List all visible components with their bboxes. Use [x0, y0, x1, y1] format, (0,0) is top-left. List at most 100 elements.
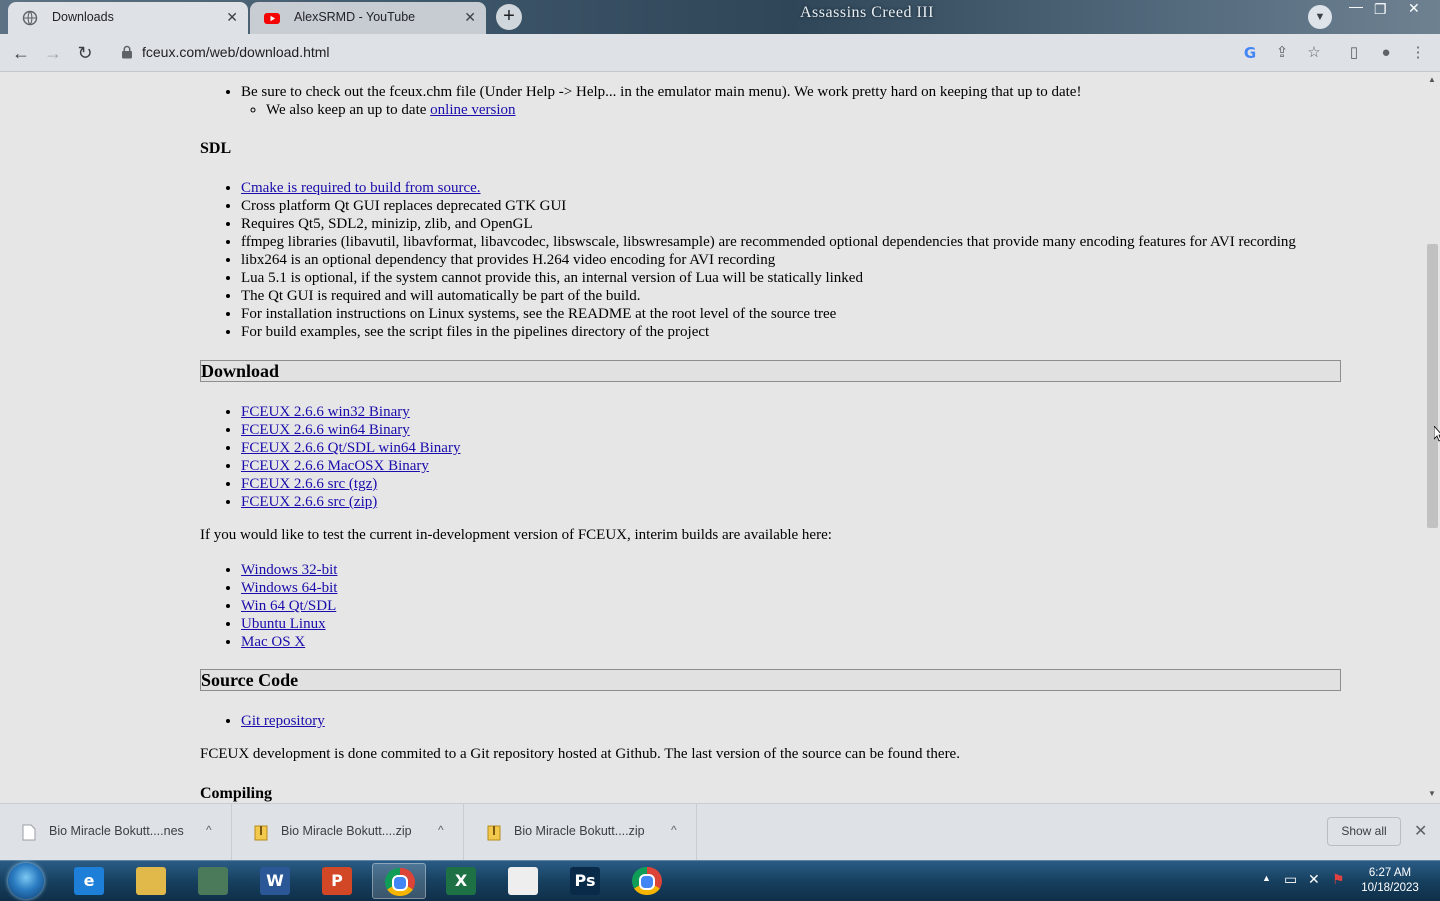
chrome-2-icon — [632, 867, 662, 895]
tab-title: AlexSRMD - YouTube — [294, 10, 416, 24]
interim-builds-text: If you would like to test the current in… — [200, 527, 832, 543]
download-link-src-tgz[interactable]: FCEUX 2.6.6 src (tgz) — [241, 476, 377, 492]
chrome-icon — [385, 868, 415, 896]
start-button[interactable] — [8, 863, 44, 899]
back-arrow-icon[interactable]: ← — [8, 40, 34, 66]
download-item[interactable]: Bio Miracle Bokutt....zip ^ — [465, 804, 697, 861]
clock-date: 10/18/2023 — [1361, 882, 1419, 894]
close-tab-icon[interactable]: ✕ — [226, 2, 238, 32]
help-section: Be sure to check out the fceux.chm file … — [200, 83, 1081, 119]
tab-search-chevron-icon[interactable]: ▼ — [1308, 5, 1332, 29]
clock-time: 6:27 AM — [1368, 867, 1412, 879]
downloads-shelf: Bio Miracle Bokutt....nes ^ Bio Miracle … — [0, 803, 1440, 861]
taskbar-file-explorer-button[interactable] — [124, 863, 178, 899]
menu-kebab-icon[interactable]: ⋮ — [1408, 43, 1428, 63]
list-item: FCEUX 2.6.6 Qt/SDL win64 Binary — [241, 439, 460, 457]
interim-link-macosx[interactable]: Mac OS X — [241, 634, 305, 650]
list-item: Lua 5.1 is optional, if the system canno… — [241, 269, 1296, 287]
scrollbar-thumb[interactable] — [1427, 244, 1438, 528]
interim-link-win64[interactable]: Windows 64-bit — [241, 580, 337, 596]
lock-icon — [122, 45, 132, 59]
cmake-link[interactable]: Cmake is required to build from source. — [241, 180, 481, 196]
taskbar-word-button[interactable]: W — [248, 863, 302, 899]
download-list: FCEUX 2.6.6 win32 Binary FCEUX 2.6.6 win… — [200, 403, 460, 511]
tab-youtube[interactable]: AlexSRMD - YouTube ✕ — [250, 2, 486, 34]
close-tab-icon[interactable]: ✕ — [464, 2, 476, 32]
tray-expand-icon[interactable]: ▲ — [1262, 873, 1271, 883]
taskbar-chrome-button[interactable] — [372, 863, 426, 899]
compiling-heading: Compiling — [200, 785, 273, 802]
restore-icon[interactable]: ❐ — [1374, 1, 1387, 18]
download-filename: Bio Miracle Bokutt....zip — [514, 824, 645, 838]
list-item: Windows 32-bit — [241, 561, 337, 579]
share-icon[interactable]: ⇪ — [1272, 43, 1292, 63]
download-filename: Bio Miracle Bokutt....nes — [49, 824, 184, 838]
online-version-link[interactable]: online version — [430, 102, 515, 118]
action-center-flag-icon[interactable]: ⚑ — [1332, 871, 1345, 888]
scroll-up-arrow-icon[interactable]: ▲ — [1428, 75, 1436, 84]
chevron-up-icon[interactable]: ^ — [671, 823, 677, 837]
taskbar-excel-button[interactable]: X — [434, 863, 488, 899]
taskbar-powerpoint-button[interactable]: P — [310, 863, 364, 899]
taskbar-desktop-app-button[interactable] — [186, 863, 240, 899]
new-tab-button[interactable]: + — [496, 4, 522, 30]
photoshop-icon: Ps — [570, 867, 600, 895]
reload-icon[interactable]: ↻ — [72, 40, 98, 66]
document-icon — [508, 867, 538, 895]
source-list: Git repository — [200, 712, 325, 730]
minimize-icon[interactable]: — — [1349, 0, 1363, 14]
browser-toolbar: ← → ↻ fceux.com/web/download.html G ⇪ ☆ … — [0, 34, 1440, 72]
download-link-win64[interactable]: FCEUX 2.6.6 win64 Binary — [241, 422, 410, 438]
list-item: Win 64 Qt/SDL — [241, 597, 337, 615]
desktop-app-icon — [198, 867, 228, 895]
tab-downloads[interactable]: Downloads ✕ — [8, 2, 248, 34]
list-item: FCEUX 2.6.6 src (tgz) — [241, 475, 460, 493]
interim-list: Windows 32-bit Windows 64-bit Win 64 Qt/… — [200, 561, 337, 651]
side-panel-icon[interactable]: ▯ — [1344, 43, 1364, 63]
scroll-down-arrow-icon[interactable]: ▼ — [1428, 789, 1436, 798]
bookmark-star-icon[interactable]: ☆ — [1304, 43, 1324, 63]
taskbar-photoshop-button[interactable]: Ps — [558, 863, 612, 899]
profile-avatar-icon[interactable]: ● — [1376, 43, 1396, 63]
interim-link-win64-qtsdl[interactable]: Win 64 Qt/SDL — [241, 598, 336, 614]
download-link-src-zip[interactable]: FCEUX 2.6.6 src (zip) — [241, 494, 377, 510]
list-item[interactable]: Cmake is required to build from source. — [241, 179, 1296, 197]
zip-icon — [254, 825, 268, 841]
list-item: For installation instructions on Linux s… — [241, 305, 1296, 323]
chevron-up-icon[interactable]: ^ — [438, 823, 444, 837]
system-clock[interactable]: 6:27 AM 10/18/2023 — [1358, 866, 1422, 896]
download-link-win32[interactable]: FCEUX 2.6.6 win32 Binary — [241, 404, 410, 420]
chevron-up-icon[interactable]: ^ — [206, 823, 212, 837]
network-icon[interactable]: ▭ — [1284, 871, 1297, 888]
page-viewport: Be sure to check out the fceux.chm file … — [0, 72, 1425, 803]
download-item[interactable]: Bio Miracle Bokutt....nes ^ — [0, 804, 232, 861]
show-all-button[interactable]: Show all — [1327, 817, 1401, 846]
list-item: FCEUX 2.6.6 src (zip) — [241, 493, 460, 511]
download-link-qtsdl-win64[interactable]: FCEUX 2.6.6 Qt/SDL win64 Binary — [241, 440, 460, 456]
google-lens-icon[interactable]: G — [1240, 43, 1260, 63]
list-item: FCEUX 2.6.6 win64 Binary — [241, 421, 460, 439]
zip-icon — [487, 825, 501, 841]
forward-arrow-icon[interactable]: → — [40, 40, 66, 66]
list-item: The Qt GUI is required and will automati… — [241, 287, 1296, 305]
close-window-icon[interactable]: ✕ — [1408, 0, 1420, 17]
download-filename: Bio Miracle Bokutt....zip — [281, 824, 412, 838]
volume-muted-icon[interactable]: ✕ — [1308, 871, 1320, 888]
list-item: ffmpeg libraries (libavutil, libavformat… — [241, 233, 1296, 251]
list-item: Be sure to check out the fceux.chm file … — [241, 83, 1081, 101]
download-item[interactable]: Bio Miracle Bokutt....zip ^ — [232, 804, 464, 861]
download-link-macosx[interactable]: FCEUX 2.6.6 MacOSX Binary — [241, 458, 429, 474]
interim-link-win32[interactable]: Windows 32-bit — [241, 562, 337, 578]
interim-link-ubuntu[interactable]: Ubuntu Linux — [241, 616, 326, 632]
taskbar-internet-explorer-button[interactable]: e — [62, 863, 116, 899]
close-shelf-icon[interactable]: ✕ — [1414, 821, 1427, 841]
taskbar-chrome-2-button[interactable] — [620, 863, 674, 899]
list-item: Cross platform Qt GUI replaces deprecate… — [241, 197, 1296, 215]
taskbar-document-button[interactable] — [496, 863, 550, 899]
youtube-icon — [264, 13, 280, 24]
download-heading: Download — [200, 360, 1341, 382]
git-repository-link[interactable]: Git repository — [241, 713, 325, 729]
list-item: Windows 64-bit — [241, 579, 337, 597]
internet-explorer-icon: e — [74, 867, 104, 895]
address-bar[interactable]: fceux.com/web/download.html — [112, 38, 1337, 67]
